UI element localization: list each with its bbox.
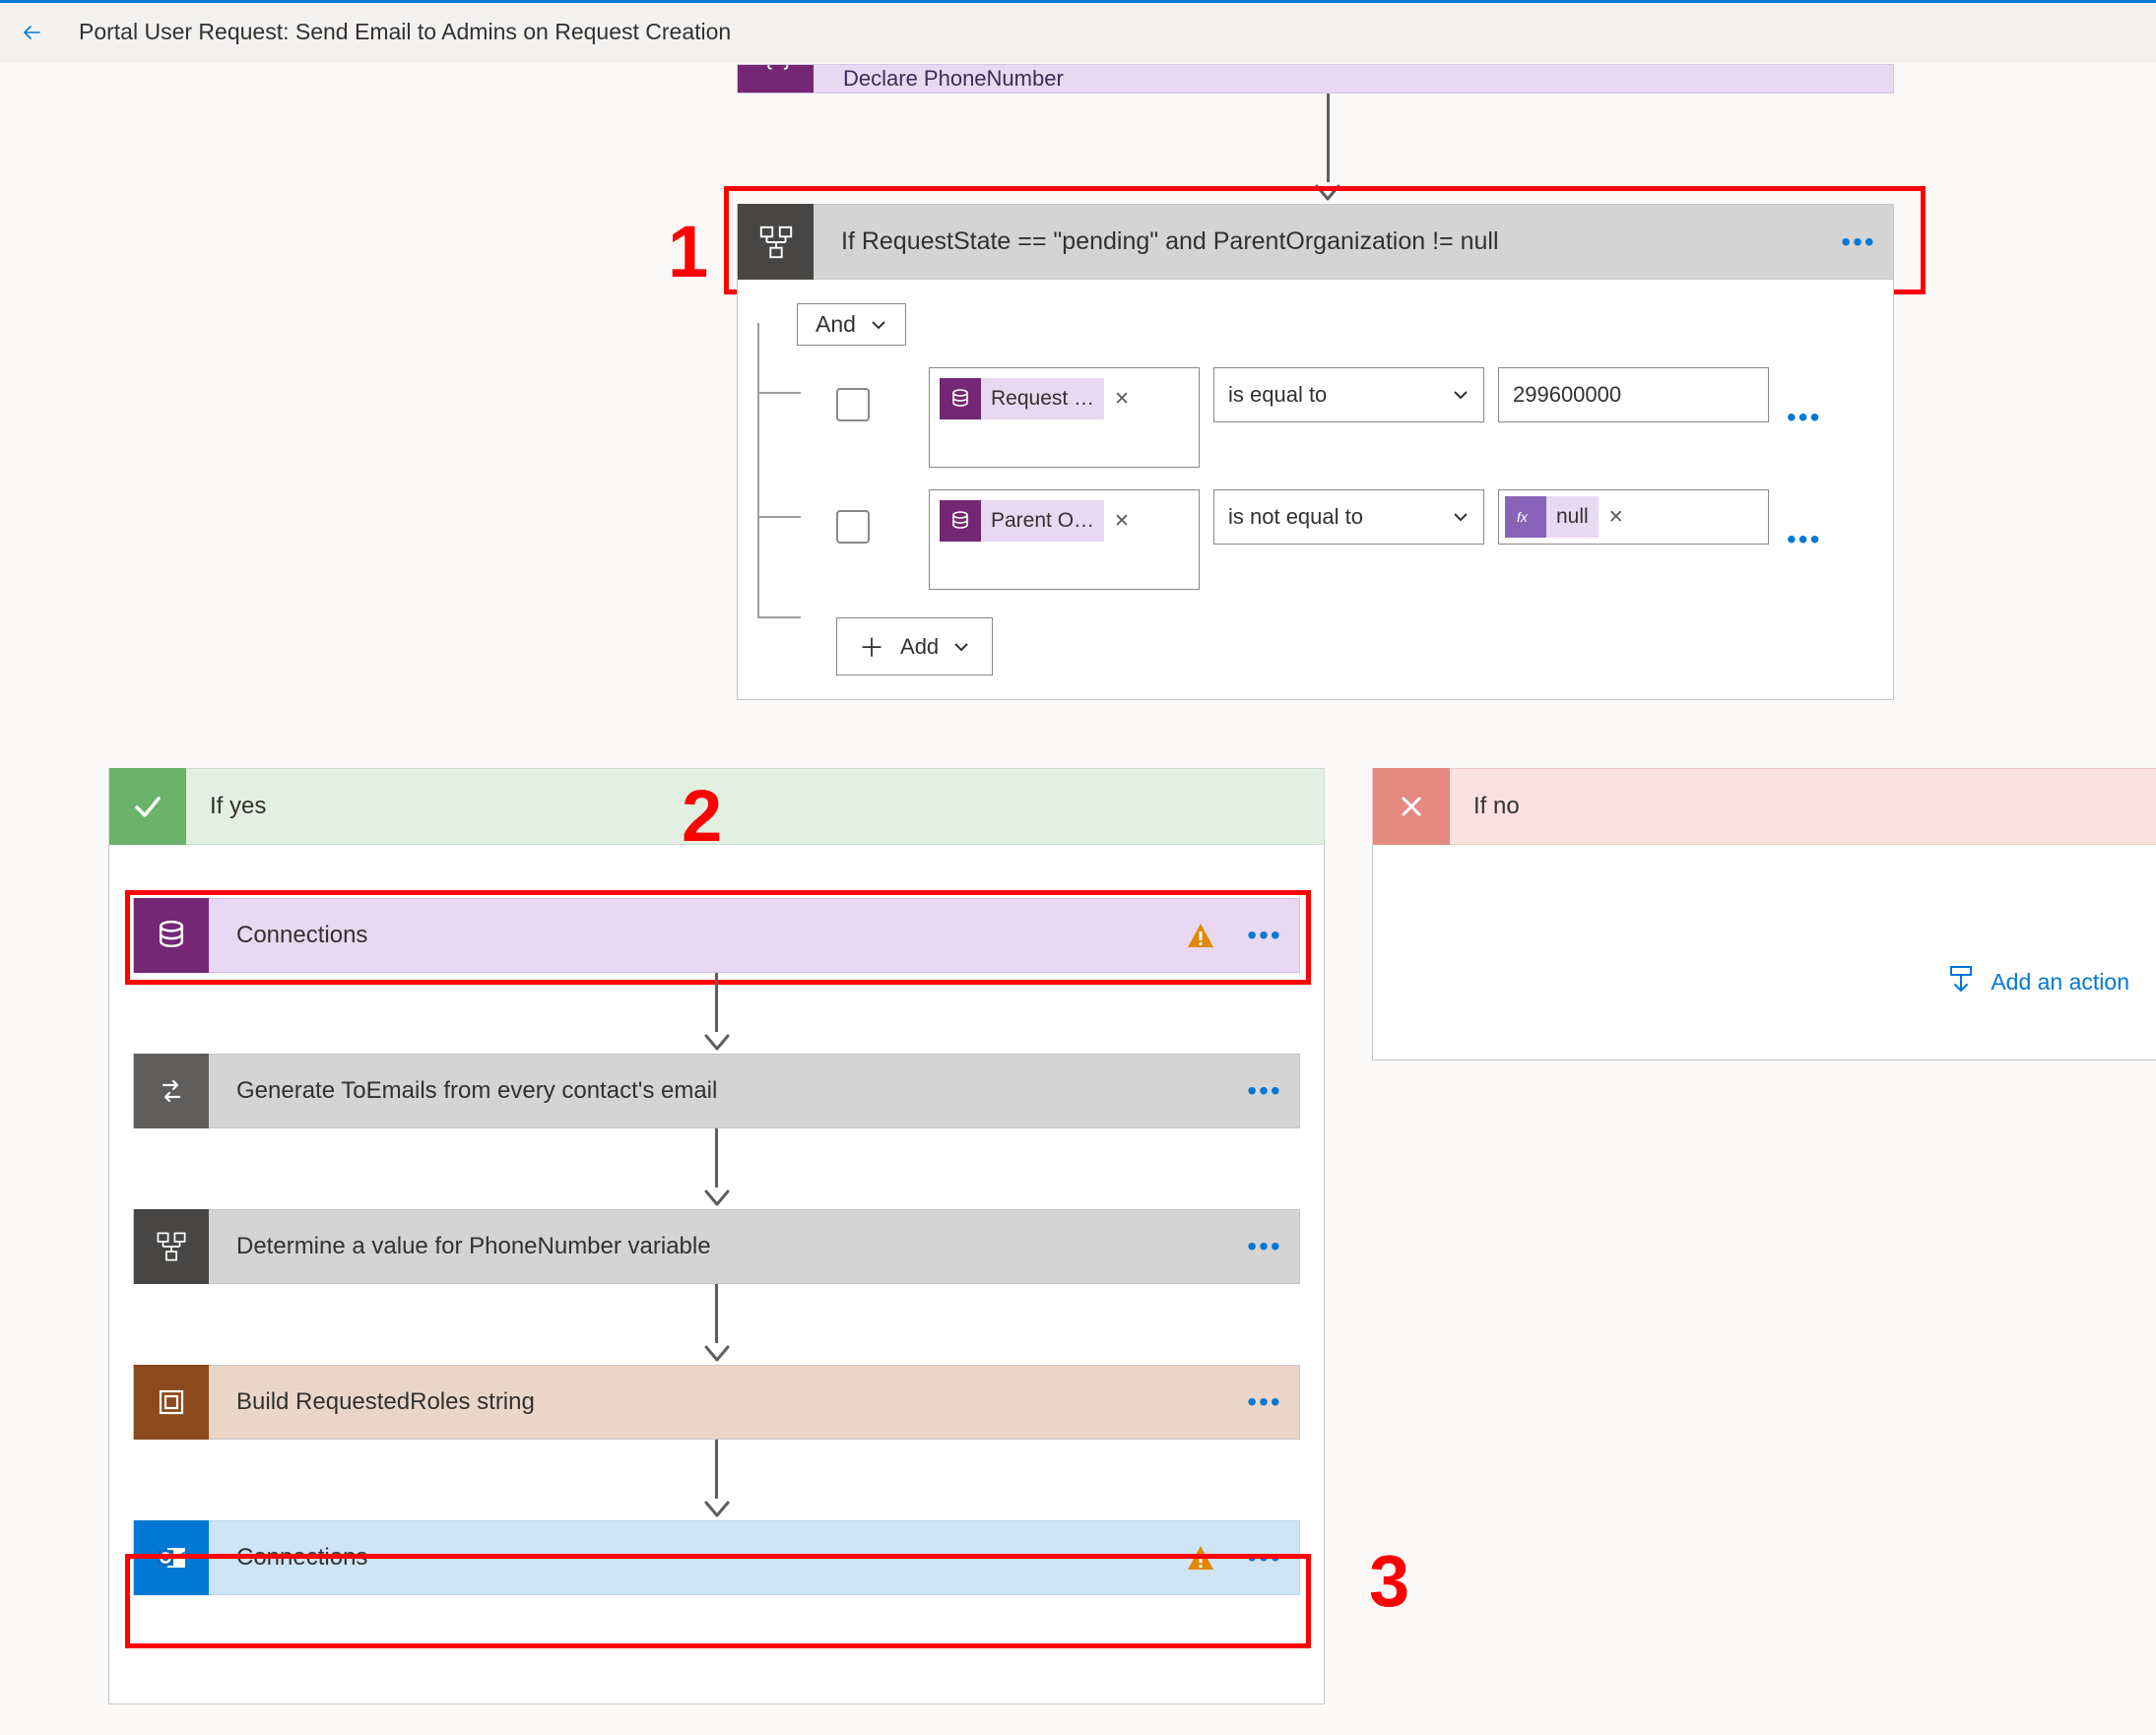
fx-icon: fx — [1505, 496, 1546, 538]
condition-title: If RequestState == "pending" and ParentO… — [814, 227, 1824, 256]
pill-label: Request … — [981, 378, 1104, 419]
condition-row: Parent O… ✕ is not equal to fx null ✕ — [797, 489, 1869, 590]
svg-text:fx: fx — [1517, 509, 1529, 525]
arrow-down-icon — [702, 1032, 732, 1054]
arrow-down-icon — [702, 1343, 732, 1365]
operator-select[interactable]: is equal to — [1213, 367, 1484, 422]
chevron-down-icon — [870, 318, 887, 332]
operator-label: is equal to — [1228, 382, 1327, 408]
step-more-button[interactable]: ••• — [1230, 1386, 1299, 1418]
lhs-input[interactable]: Parent O… ✕ — [929, 489, 1200, 590]
check-icon — [109, 768, 186, 845]
condition-body: And Request … ✕ — [737, 280, 1894, 700]
add-label: Add — [900, 634, 939, 660]
condition-icon — [738, 204, 814, 280]
row-checkbox[interactable] — [836, 388, 870, 421]
loop-icon — [134, 1054, 209, 1128]
dataverse-icon — [940, 378, 981, 419]
if-yes-body: Connections ••• Generate ToEmails from e… — [108, 845, 1325, 1704]
operator-select[interactable]: is not equal to — [1213, 489, 1484, 545]
expression-pill[interactable]: fx null ✕ — [1505, 496, 1634, 538]
svg-text:{x}: {x} — [764, 64, 791, 69]
close-icon — [1373, 768, 1450, 845]
highlight-3 — [125, 1554, 1311, 1648]
if-yes-title: If yes — [210, 793, 266, 820]
back-button[interactable] — [14, 15, 49, 50]
pill-remove[interactable]: ✕ — [1104, 510, 1140, 533]
chevron-down-icon — [1452, 382, 1470, 408]
dynamic-content-pill[interactable]: Request … ✕ — [940, 378, 1140, 419]
rhs-input[interactable]: 299600000 — [1498, 367, 1769, 422]
build-requestedroles-step[interactable]: Build RequestedRoles string ••• — [133, 1365, 1300, 1440]
pill-label: null — [1546, 496, 1599, 538]
rhs-value: 299600000 — [1513, 382, 1621, 408]
step-label: Determine a value for PhoneNumber variab… — [209, 1233, 1230, 1260]
highlight-2 — [125, 890, 1311, 985]
determine-phonenumber-step[interactable]: Determine a value for PhoneNumber variab… — [133, 1209, 1300, 1284]
add-action-label: Add an action — [1991, 969, 2129, 996]
row-more-button[interactable]: ••• — [1787, 390, 1821, 445]
condition-step-header[interactable]: If RequestState == "pending" and ParentO… — [737, 204, 1894, 280]
generate-toemails-step[interactable]: Generate ToEmails from every contact's e… — [133, 1054, 1300, 1128]
operator-label: is not equal to — [1228, 504, 1363, 530]
if-no-title: If no — [1473, 793, 1520, 820]
condition-more-button[interactable]: ••• — [1824, 226, 1893, 258]
chevron-down-icon — [1452, 504, 1470, 530]
step-label: Build RequestedRoles string — [209, 1388, 1230, 1416]
condition-row: Request … ✕ is equal to 299600000 ••• — [797, 367, 1869, 468]
annotation-3: 3 — [1369, 1539, 1409, 1623]
row-checkbox[interactable] — [836, 510, 870, 544]
dynamic-content-pill[interactable]: Parent O… ✕ — [940, 500, 1140, 542]
lhs-input[interactable]: Request … ✕ — [929, 367, 1200, 468]
logic-operator-label: And — [816, 311, 856, 338]
add-row-button[interactable]: ＋ Add — [836, 617, 993, 675]
pill-remove[interactable]: ✕ — [1599, 506, 1634, 529]
page-title: Portal User Request: Send Email to Admin… — [79, 19, 731, 45]
add-action-button[interactable]: Add an action — [1945, 963, 2129, 1000]
step-more-button[interactable]: ••• — [1230, 1075, 1299, 1107]
chevron-down-icon — [952, 640, 970, 654]
annotation-1: 1 — [668, 210, 708, 293]
pill-label: Parent O… — [981, 500, 1104, 542]
dataverse-icon — [940, 500, 981, 542]
declare-variable-label: Declare PhoneNumber — [843, 66, 1064, 92]
arrow-down-icon — [702, 1499, 732, 1520]
condition-icon — [134, 1209, 209, 1284]
rhs-input[interactable]: fx null ✕ — [1498, 489, 1769, 545]
logic-operator-select[interactable]: And — [797, 303, 906, 346]
if-no-body: Add an action — [1372, 845, 2156, 1060]
step-more-button[interactable]: ••• — [1230, 1231, 1299, 1262]
variable-icon: {x} — [738, 64, 814, 94]
arrow-down-icon — [702, 1188, 732, 1209]
declare-variable-step[interactable]: {x} Declare PhoneNumber — [737, 64, 1894, 94]
if-no-header[interactable]: If no — [1372, 768, 2156, 845]
compose-icon — [134, 1365, 209, 1440]
plus-icon: ＋ — [859, 628, 884, 665]
pill-remove[interactable]: ✕ — [1104, 388, 1140, 411]
annotation-2: 2 — [682, 774, 722, 858]
step-label: Generate ToEmails from every contact's e… — [209, 1077, 1230, 1105]
add-action-icon — [1945, 963, 1977, 1000]
row-more-button[interactable]: ••• — [1787, 512, 1821, 567]
